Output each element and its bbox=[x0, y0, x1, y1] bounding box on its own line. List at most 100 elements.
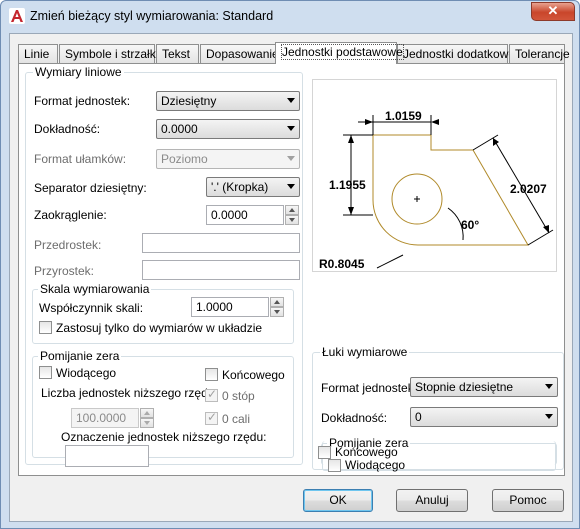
window-title: Zmień bieżący styl wymiarowania: Standar… bbox=[30, 9, 274, 23]
dim-radius-text: R0.8045 bbox=[319, 257, 365, 271]
decimal-separator-label: Separator dziesiętny: bbox=[34, 181, 147, 195]
fraction-format-value: Poziomo bbox=[161, 152, 208, 166]
angular-precision-select[interactable]: 0 bbox=[410, 407, 558, 427]
scale-factor-value: 1.0000 bbox=[196, 300, 233, 314]
prefix-input[interactable] bbox=[142, 233, 300, 253]
angular-unit-format-value: Stopnie dziesiętne bbox=[415, 380, 514, 394]
linear-dimensions-group: Wymiary liniowe Format jednostek: Dziesi… bbox=[25, 65, 303, 467]
chevron-down-icon bbox=[545, 384, 553, 389]
dim-angle-text: 60° bbox=[461, 218, 479, 232]
layout-only-label: Zastosuj tylko do wymiarów w układzie bbox=[56, 321, 263, 335]
feet-checkbox bbox=[205, 387, 218, 402]
scale-group: Skala wymiarowania Współczynnik skali: 1… bbox=[32, 282, 294, 344]
help-button-label: Pomoc bbox=[509, 493, 547, 507]
spin-up-icon[interactable] bbox=[270, 297, 284, 307]
prefix-label: Przedrostek: bbox=[34, 238, 102, 252]
dim-right-text: 2.0207 bbox=[510, 182, 547, 196]
round-off-value: 0.0000 bbox=[211, 208, 248, 222]
zero-suppression-linear-group: Pomijanie zera Wiodącego Końcowego Liczb… bbox=[32, 349, 294, 467]
leading-zero-label: Wiodącego bbox=[56, 366, 117, 380]
tab-label: Dopasowanie bbox=[206, 47, 279, 61]
chevron-down-icon bbox=[287, 184, 295, 189]
tab-panel-primary-units: Wymiary liniowe Format jednostek: Dziesi… bbox=[18, 63, 565, 476]
preview-shape bbox=[372, 134, 529, 246]
tab-label: Jednostki podstawowe bbox=[281, 44, 404, 60]
ok-button-label: OK bbox=[329, 493, 347, 507]
preview-part-outline bbox=[372, 134, 529, 246]
chevron-down-icon bbox=[287, 98, 295, 103]
scale-factor-input[interactable]: 1.0000 bbox=[191, 297, 269, 317]
feet-label: 0 stóp bbox=[222, 389, 255, 403]
angular-unit-format-select[interactable]: Stopnie dziesiętne bbox=[410, 377, 558, 397]
preview-arrowheads bbox=[348, 119, 549, 233]
tab-symbole-i-strzalki[interactable]: Symbole i strzałki bbox=[59, 44, 159, 63]
spin-up-icon bbox=[140, 408, 154, 418]
round-off-spinner[interactable] bbox=[285, 205, 299, 225]
tab-label: Linie bbox=[24, 47, 50, 61]
leading-zero-checkbox[interactable] bbox=[39, 366, 52, 379]
angular-precision-label: Dokładność: bbox=[321, 411, 388, 425]
dim-left-text: 1.1955 bbox=[329, 178, 366, 192]
chevron-down-icon bbox=[287, 156, 295, 161]
round-off-label: Zaokrąglenie: bbox=[34, 208, 107, 222]
tab-tekst[interactable]: Tekst bbox=[156, 44, 199, 63]
suffix-label: Przyrostek: bbox=[34, 264, 95, 278]
decimal-separator-select[interactable]: '.' (Kropka) bbox=[206, 177, 300, 197]
trailing-zero-label: Końcowego bbox=[222, 368, 285, 382]
fraction-format-select: Poziomo bbox=[156, 149, 300, 169]
spin-down-icon[interactable] bbox=[285, 215, 299, 225]
dialog-window: Zmień bieżący styl wymiarowania: Standar… bbox=[0, 0, 580, 529]
tab-dopasowanie[interactable]: Dopasowanie bbox=[200, 44, 279, 63]
dim-top-text: 1.0159 bbox=[385, 109, 422, 123]
cancel-button-label: Anuluj bbox=[415, 493, 449, 507]
linear-dimensions-legend: Wymiary liniowe bbox=[33, 65, 124, 79]
inches-checkbox bbox=[205, 410, 218, 425]
dialog-client: Linie Symbole i strzałki Tekst Dopasowan… bbox=[9, 33, 573, 522]
spin-down-icon[interactable] bbox=[270, 307, 284, 317]
scale-factor-label: Współczynnik skali: bbox=[39, 301, 144, 315]
angular-leading-zero-checkbox[interactable] bbox=[328, 459, 341, 472]
sub-units-factor-value: 100.0000 bbox=[76, 411, 127, 425]
inches-label: 0 cali bbox=[222, 412, 251, 426]
tab-jednostki-dodatkowe[interactable]: Jednostki dodatkowe bbox=[397, 44, 515, 63]
precision-select[interactable]: 0.0000 bbox=[156, 119, 300, 139]
ok-button[interactable]: OK bbox=[303, 489, 373, 512]
title-bar[interactable]: Zmień bieżący styl wymiarowania: Standar… bbox=[1, 1, 579, 33]
spin-up-icon[interactable] bbox=[285, 205, 299, 215]
chevron-down-icon bbox=[287, 126, 295, 131]
angular-unit-format-label: Format jednostek: bbox=[321, 381, 418, 395]
unit-format-label: Format jednostek: bbox=[34, 94, 131, 108]
autocad-app-icon bbox=[9, 8, 25, 24]
precision-label: Dokładność: bbox=[34, 122, 101, 136]
scale-legend: Skala wymiarowania bbox=[38, 282, 152, 296]
angular-precision-value: 0 bbox=[415, 410, 422, 424]
scale-factor-spinner[interactable] bbox=[270, 297, 284, 317]
tab-label: Tekst bbox=[162, 47, 191, 61]
unit-format-select[interactable]: Dziesiętny bbox=[156, 91, 300, 111]
sub-units-factor-input: 100.0000 bbox=[71, 408, 139, 428]
close-icon: ✕ bbox=[547, 3, 559, 18]
sub-units-factor-spinner bbox=[140, 408, 154, 428]
dimension-preview-drawing: 1.0159 1.1955 2.0207 60° R0.8045 bbox=[319, 109, 554, 271]
angular-trailing-zero-label: Końcowego bbox=[335, 445, 398, 459]
round-off-input[interactable]: 0.0000 bbox=[206, 205, 284, 225]
close-button[interactable]: ✕ bbox=[531, 2, 575, 21]
help-button[interactable]: Pomoc bbox=[492, 489, 564, 512]
angular-leading-zero-label: Wiodącego bbox=[345, 458, 406, 472]
trailing-zero-checkbox[interactable] bbox=[205, 368, 218, 381]
spin-down-icon bbox=[140, 418, 154, 428]
suffix-input[interactable] bbox=[142, 260, 300, 280]
chevron-down-icon bbox=[545, 414, 553, 419]
layout-only-checkbox[interactable] bbox=[39, 321, 52, 334]
tab-linie[interactable]: Linie bbox=[18, 44, 58, 63]
tab-label: Symbole i strzałki bbox=[65, 47, 159, 61]
sub-units-factor-label: Liczba jednostek niższego rzędu: bbox=[41, 386, 218, 400]
tab-jednostki-podstawowe[interactable]: Jednostki podstawowe bbox=[275, 42, 404, 64]
unit-format-value: Dziesiętny bbox=[161, 94, 217, 108]
precision-value: 0.0000 bbox=[161, 122, 198, 136]
tab-tolerancje[interactable]: Tolerancje bbox=[509, 44, 570, 63]
preview-panel: 1.0159 1.1955 2.0207 60° R0.8045 bbox=[312, 79, 557, 272]
angular-trailing-zero-checkbox[interactable] bbox=[318, 446, 331, 459]
cancel-button[interactable]: Anuluj bbox=[396, 489, 468, 512]
sub-unit-suffix-input[interactable] bbox=[65, 445, 149, 467]
